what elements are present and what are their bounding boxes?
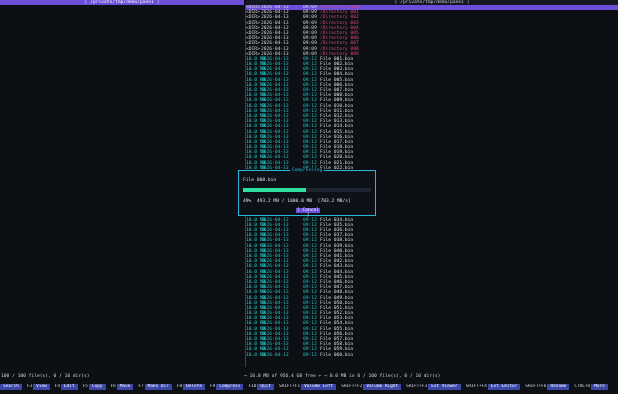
fkey-copy[interactable]: F5 Copy: [82, 384, 106, 390]
fkey-quit[interactable]: F10 Quit: [247, 384, 274, 390]
fkey-label: Delete: [183, 384, 205, 390]
fkey-ext-viewer[interactable]: SHIFT+F3 Ext Viewer: [405, 384, 461, 390]
fkey-label: Make Dir: [144, 384, 172, 390]
cancel-button[interactable]: [ Cancel ]: [296, 208, 320, 218]
file-row[interactable]: 10.0 MB2026-04-13 09:12 File 060.bin: [246, 353, 618, 358]
fkey-code: SHIFT+F4: [465, 384, 487, 389]
fkey-code: SHIFT+F3: [406, 384, 428, 389]
fkey-code: F8: [176, 384, 183, 389]
function-key-bar: Search F3 View F4 Edit F5 Copy F6 Move F7 Make Dir…: [0, 384, 618, 390]
fkey-label: Move: [116, 384, 134, 390]
fkey-label: Edit: [61, 384, 78, 390]
fkey-volume-left[interactable]: SHIFT+F1 Volume Left: [278, 384, 337, 390]
progress-bar: [243, 188, 371, 192]
fkey-code: SHIFT+F1: [278, 384, 301, 389]
fkey-label: Ext Viewer: [428, 384, 461, 390]
fkey-label: View: [33, 384, 50, 390]
fkey-label: More: [591, 384, 608, 390]
fkey-rename[interactable]: SHIFT+F6 Rename: [524, 384, 570, 390]
dialog-current-file: File 008.bin: [243, 178, 277, 183]
fkey-label: Rename: [547, 384, 570, 390]
progress-stats: 49% 493.2 MB / 1000.0 MB [703.2 MB/s]: [243, 199, 351, 204]
file-size: 10.0 MB: [246, 352, 266, 358]
fkey-edit[interactable]: F4 Edit: [54, 384, 78, 390]
fkey-label: Volume Left: [301, 384, 337, 390]
progress-bar-fill: [243, 188, 306, 192]
compress-dialog: Compressing File 008.bin 49% 493.2 MB / …: [238, 168, 376, 218]
fkey-code: F6: [110, 384, 116, 389]
fkey-label: Ext Editor: [487, 384, 521, 390]
fkey-volume-right[interactable]: SHIFT+F2 Volume Right: [340, 384, 402, 390]
fkey-more[interactable]: CTRL+O More: [573, 384, 608, 390]
dialog-title: Compressing: [239, 168, 375, 173]
status-left: 100 / 100 file(s), 0 / 10 dir(s): [1, 374, 90, 379]
fkey-search[interactable]: Search: [0, 384, 22, 390]
fkey-label: Compress: [216, 384, 244, 390]
fkey-label: Copy: [88, 384, 106, 390]
fkey-label: Search: [0, 384, 22, 390]
fkey-ext-editor[interactable]: SHIFT+F4 Ext Editor: [465, 384, 521, 390]
status-right: → 10.0 MB of 956.4 GB free ← → 0.0 MB in…: [244, 374, 441, 379]
fkey-code: F4: [54, 384, 61, 389]
fkey-code: F7: [138, 384, 144, 389]
fkey-label: Quit: [257, 384, 274, 390]
fkey-code: SHIFT+F6: [525, 384, 547, 389]
fkey-code: F10: [248, 384, 257, 389]
fkey-code: SHIFT+F2: [341, 384, 363, 389]
fkey-code: CTRL+O: [574, 384, 591, 389]
file-name: File 060.bin: [320, 352, 354, 358]
fkey-compress[interactable]: F9 Compress: [209, 384, 244, 390]
fkey-code: F5: [82, 384, 88, 389]
file-time: 09:12: [303, 352, 317, 358]
fkey-move[interactable]: F6 Move: [110, 384, 134, 390]
dialog-title-text: Compressing: [289, 168, 325, 173]
status-bar: 100 / 100 file(s), 0 / 10 dir(s) → 10.0 …: [0, 374, 618, 379]
fkey-label: Volume Right: [363, 384, 402, 390]
fkey-view[interactable]: F3 View: [26, 384, 50, 390]
fkey-delete[interactable]: F8 Delete: [176, 384, 205, 390]
file-date: 2026-04-13: [261, 352, 289, 358]
fkey-make-dir[interactable]: F7 Make Dir: [137, 384, 172, 390]
left-file-panel[interactable]: [0, 5, 246, 367]
fkey-code: F3: [26, 384, 33, 389]
fkey-code: F9: [210, 384, 216, 389]
